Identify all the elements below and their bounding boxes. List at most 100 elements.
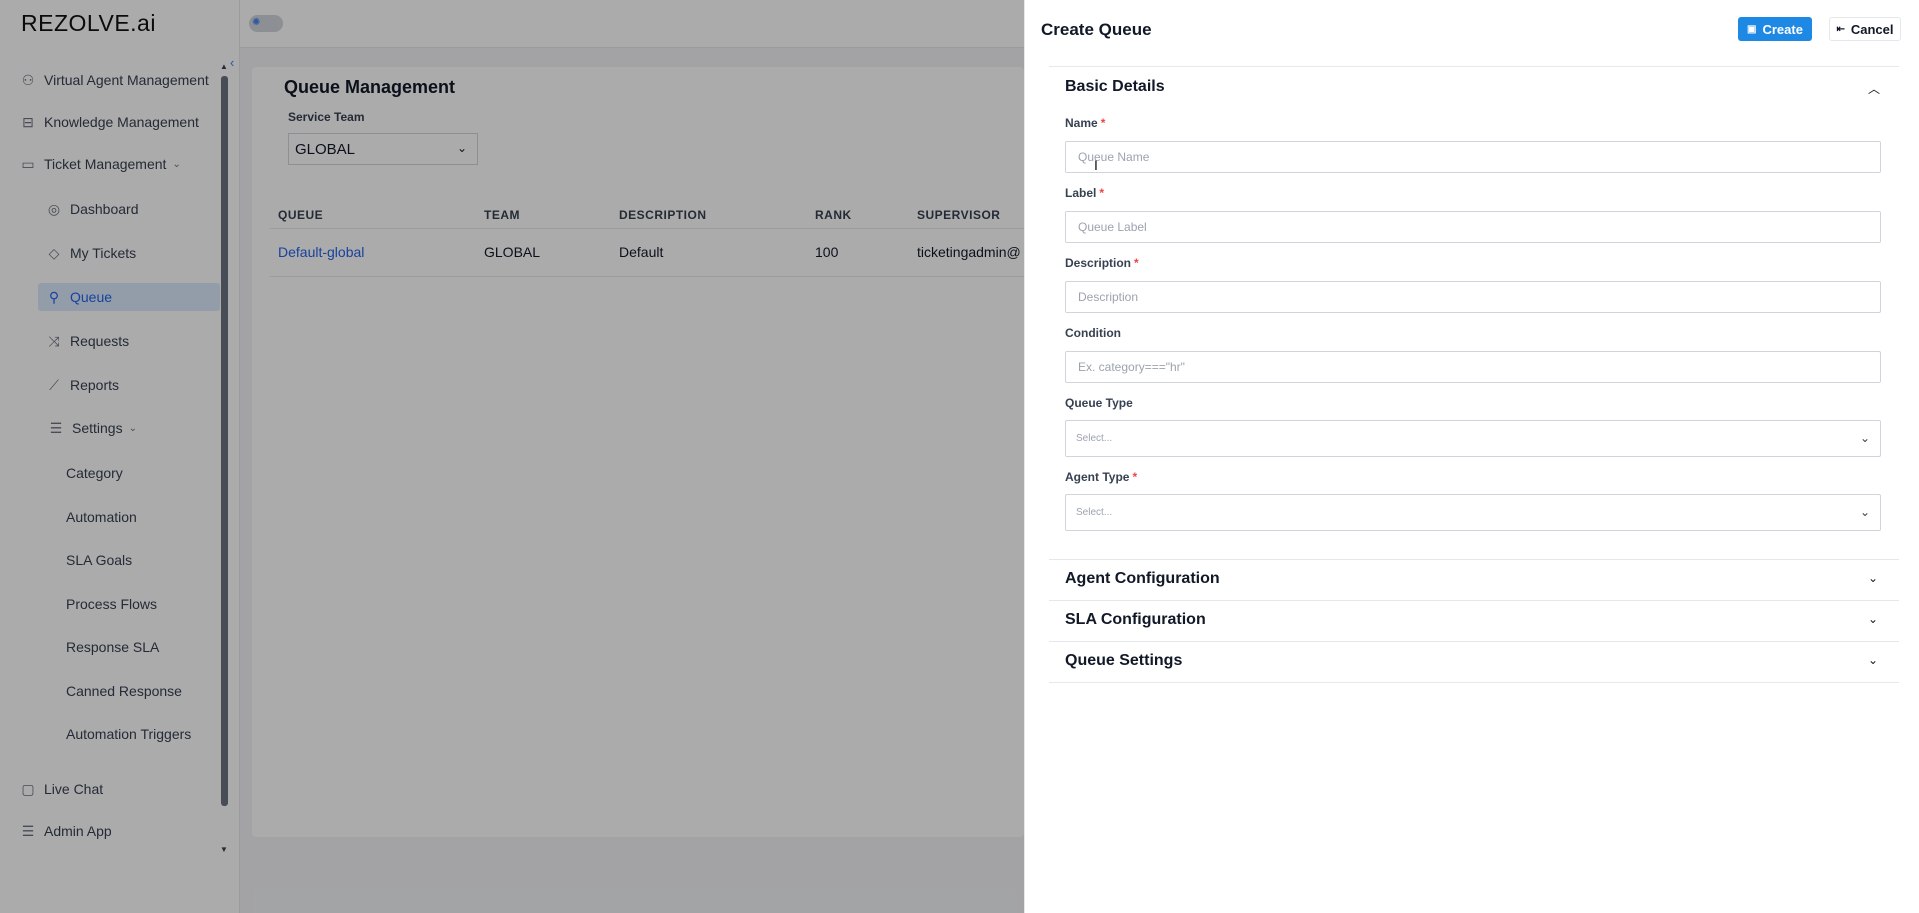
agent-type-select[interactable]: Select... ⌄ [1065, 494, 1881, 531]
queue-name-input[interactable] [1065, 141, 1881, 173]
cancel-button-label: Cancel [1850, 21, 1894, 37]
create-button[interactable]: ▣ Create [1738, 17, 1812, 41]
supervisor-cell: ticketingadmin@ [917, 244, 1021, 260]
sidebar-item-sla-goals[interactable]: SLA Goals [66, 547, 132, 573]
sidebar-item-automation-triggers[interactable]: Automation Triggers [66, 721, 191, 747]
section-divider [1049, 66, 1899, 67]
sidebar-item-label: Live Chat [44, 781, 104, 797]
sidebar-item-live-chat[interactable]: ▢ Live Chat [18, 776, 103, 802]
sidebar-item-label: Canned Response [66, 683, 182, 699]
sliders-icon: ☰ [49, 419, 63, 436]
sidebar-item-label: Ticket Management [44, 156, 167, 172]
sidebar-scrollbar[interactable] [221, 76, 228, 806]
sidebar-item-label: SLA Goals [66, 552, 133, 568]
page-title: Queue Management [284, 77, 456, 97]
agent-type-label: Agent Type * [1065, 470, 1137, 484]
description-input[interactable] [1065, 281, 1881, 313]
dashboard-icon: ◎ [47, 200, 61, 217]
scroll-up-icon[interactable]: ▲ [220, 62, 228, 71]
sidebar-item-queue[interactable]: ⚲ Queue [44, 284, 112, 310]
theme-toggle[interactable]: ✺ [249, 15, 283, 32]
sidebar-item-canned-response[interactable]: Canned Response [66, 678, 182, 704]
name-label: Name * [1065, 116, 1105, 130]
section-agent-configuration[interactable]: Agent Configuration [1065, 570, 1220, 588]
sidebar-item-requests[interactable]: ⤨ Requests [44, 328, 129, 354]
section-divider [1049, 641, 1899, 642]
section-divider [1049, 682, 1899, 683]
text-cursor-icon: I [1094, 157, 1098, 173]
description-cell: Default [619, 244, 664, 260]
chevron-down-icon[interactable]: ⌄ [1868, 653, 1878, 667]
sidebar-item-reports[interactable]: ⟋ Reports [44, 372, 119, 398]
collapse-sidebar-icon[interactable]: ‹ [230, 55, 234, 70]
sidebar-item-label: Admin App [44, 823, 112, 839]
sidebar-item-ticket-management[interactable]: ▭ Ticket Management ⌄ [18, 151, 181, 177]
sun-icon: ✺ [252, 17, 261, 28]
rank-cell: 100 [815, 244, 839, 260]
queue-label-input[interactable] [1065, 211, 1881, 243]
chevron-up-icon[interactable]: ︿ [1868, 80, 1880, 97]
sidebar-item-knowledge-management[interactable]: ⊟ Knowledge Management [18, 109, 199, 135]
condition-label: Condition [1065, 326, 1121, 340]
exit-icon: ⇤ [1836, 23, 1845, 35]
label-label: Label * [1065, 186, 1104, 200]
queue-type-select[interactable]: Select... ⌄ [1065, 420, 1881, 457]
sidebar-item-my-tickets[interactable]: ◇ My Tickets [44, 240, 137, 266]
column-header-supervisor[interactable]: SUPERVISOR [917, 208, 1000, 222]
condition-label-text: Condition [1065, 326, 1121, 340]
sidebar-item-virtual-agent-management[interactable]: ⚇ Virtual Agent Management [18, 67, 209, 93]
sidebar-item-label: Process Flows [66, 596, 158, 612]
divider [239, 0, 240, 47]
sidebar-item-label: Queue [70, 289, 113, 305]
sidebar-item-label: Category [66, 465, 123, 481]
sidebar-item-label: Virtual Agent Management [44, 72, 209, 88]
sidebar-item-label: Knowledge Management [44, 114, 199, 130]
column-header-queue[interactable]: QUEUE [278, 208, 323, 222]
sidebar-item-label: Requests [70, 333, 130, 349]
sidebar-item-label: Automation [66, 509, 137, 525]
sidebar-item-dashboard[interactable]: ◎ Dashboard [44, 196, 139, 222]
scroll-down-icon[interactable]: ▼ [220, 845, 228, 854]
chevron-down-icon: ⌄ [1859, 431, 1870, 445]
save-icon: ▣ [1747, 23, 1757, 35]
select-placeholder: Select... [1076, 507, 1113, 518]
app-logo[interactable]: REZOLVE.ai [21, 10, 156, 37]
section-divider [1049, 600, 1899, 601]
name-label-text: Name [1065, 116, 1098, 130]
chevron-down-icon[interactable]: ⌄ [1868, 571, 1878, 585]
service-team-label: Service Team [288, 110, 365, 124]
user-plus-icon: ⚲ [48, 288, 60, 305]
column-header-rank[interactable]: RANK [815, 208, 852, 222]
section-queue-settings[interactable]: Queue Settings [1065, 652, 1182, 670]
sidebar-item-response-sla[interactable]: Response SLA [66, 634, 159, 660]
sidebar-item-automation[interactable]: Automation [66, 504, 137, 530]
condition-input[interactable] [1065, 351, 1881, 383]
team-cell: GLOBAL [484, 244, 541, 260]
sidebar-item-label: Response SLA [66, 639, 160, 655]
queue-link[interactable]: Default-global [278, 244, 364, 260]
required-mark: * [1134, 256, 1139, 270]
sidebar-item-category[interactable]: Category [66, 460, 123, 486]
column-header-description[interactable]: DESCRIPTION [619, 208, 707, 222]
chart-line-icon: ⟋ [49, 376, 59, 393]
label-label-text: Label [1065, 186, 1097, 200]
chevron-down-icon: ⌄ [172, 158, 181, 170]
section-sla-configuration[interactable]: SLA Configuration [1065, 611, 1206, 629]
sidebar-item-admin-app[interactable]: ☰ Admin App [18, 818, 112, 844]
tag-icon: ◇ [48, 244, 60, 261]
sidebar-item-process-flows[interactable]: Process Flows [66, 591, 157, 617]
sidebar-item-label: Reports [70, 377, 120, 393]
section-basic-details[interactable]: Basic Details [1065, 78, 1165, 96]
sidebar-item-settings[interactable]: ☰ Settings ⌄ [46, 415, 137, 441]
column-header-team[interactable]: TEAM [484, 208, 520, 222]
queue-type-label-text: Queue Type [1065, 396, 1133, 410]
chevron-down-icon[interactable]: ⌄ [1868, 612, 1878, 626]
sidebar-item-label: Automation Triggers [66, 726, 192, 742]
users-icon: ⚇ [21, 71, 35, 88]
select-placeholder: Select... [1076, 433, 1113, 444]
cancel-button[interactable]: ⇤ Cancel [1829, 17, 1901, 41]
shuffle-icon: ⤨ [48, 332, 60, 349]
top-bar: REZOLVE.ai ✺ [0, 0, 1024, 48]
service-team-select[interactable]: GLOBAL ⌄ [288, 133, 478, 165]
book-icon: ⊟ [22, 113, 34, 130]
